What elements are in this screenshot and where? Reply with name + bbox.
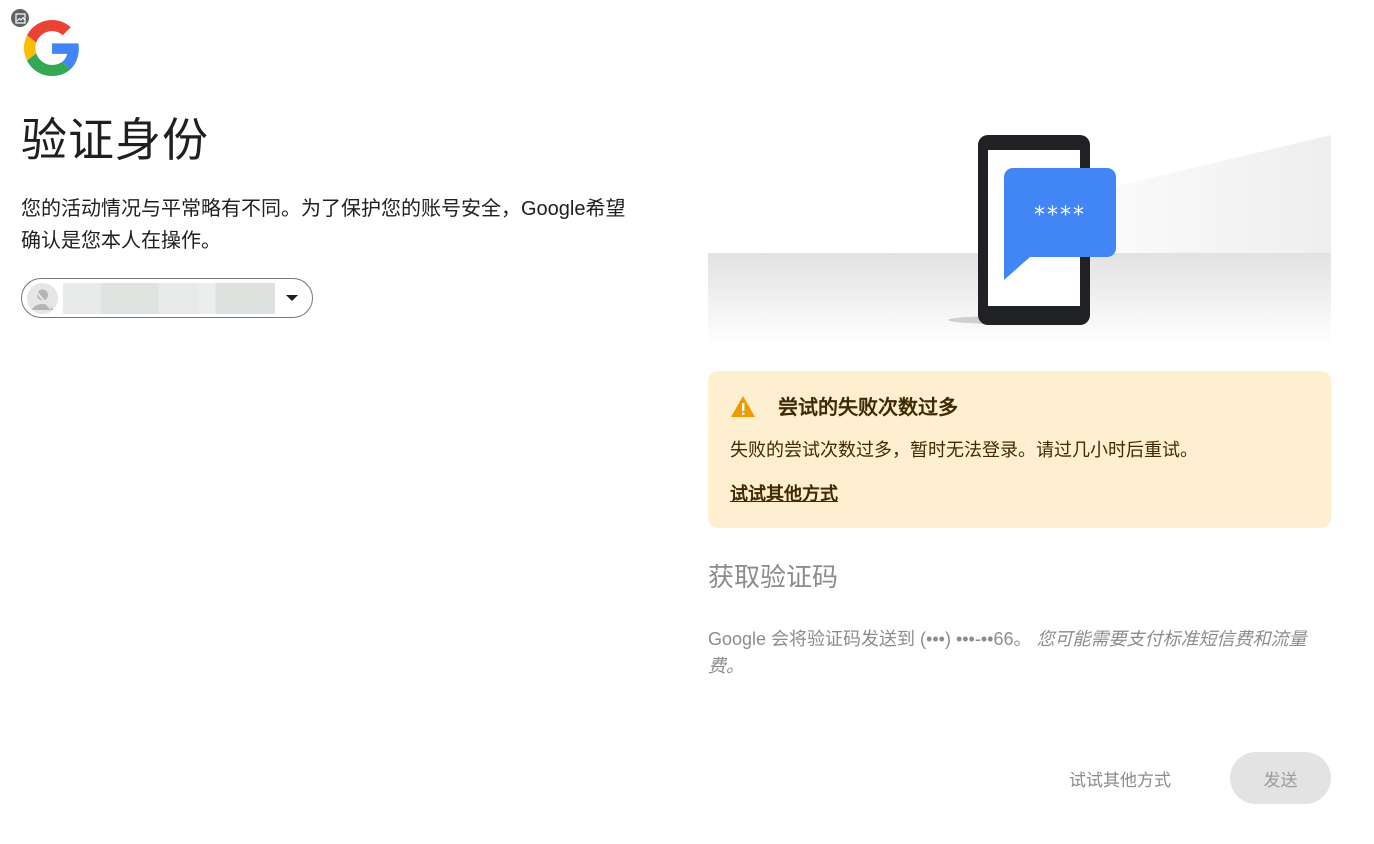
avatar [27, 283, 58, 314]
alert-message: 失败的尝试次数过多，暂时无法登录。请过几小时后重试。 [730, 440, 1198, 460]
sms-code-illustration: **** [708, 135, 1331, 345]
sms-code-text: **** [1034, 203, 1086, 228]
send-code-info: Google 会将验证码发送到 (•••) •••-••66。 您可能需要支付标… [708, 626, 1331, 680]
get-code-title: 获取验证码 [708, 562, 839, 592]
send-code-info-text: Google 会将验证码发送到 (•••) •••-••66。 [708, 629, 1032, 649]
try-another-way-button[interactable]: 试试其他方式 [1050, 752, 1190, 804]
warning-icon [731, 396, 755, 417]
google-logo [24, 20, 79, 76]
alert-title: 尝试的失败次数过多 [778, 397, 958, 419]
verify-identity-page: 验证身份 您的活动情况与平常略有不同。为了保护您的账号安全，Google希望确认… [0, 0, 1374, 844]
try-another-way-link[interactable]: 试试其他方式 [730, 481, 838, 507]
account-email-redacted [63, 283, 275, 314]
chevron-down-icon[interactable] [286, 295, 298, 301]
send-button[interactable]: 发送 [1230, 752, 1331, 804]
error-alert: 尝试的失败次数过多 失败的尝试次数过多，暂时无法登录。请过几小时后重试。 试试其… [708, 371, 1331, 528]
page-description: 您的活动情况与平常略有不同。为了保护您的账号安全，Google希望确认是您本人在… [21, 198, 626, 252]
page-title: 验证身份 [21, 114, 209, 166]
account-chip[interactable] [21, 278, 313, 318]
